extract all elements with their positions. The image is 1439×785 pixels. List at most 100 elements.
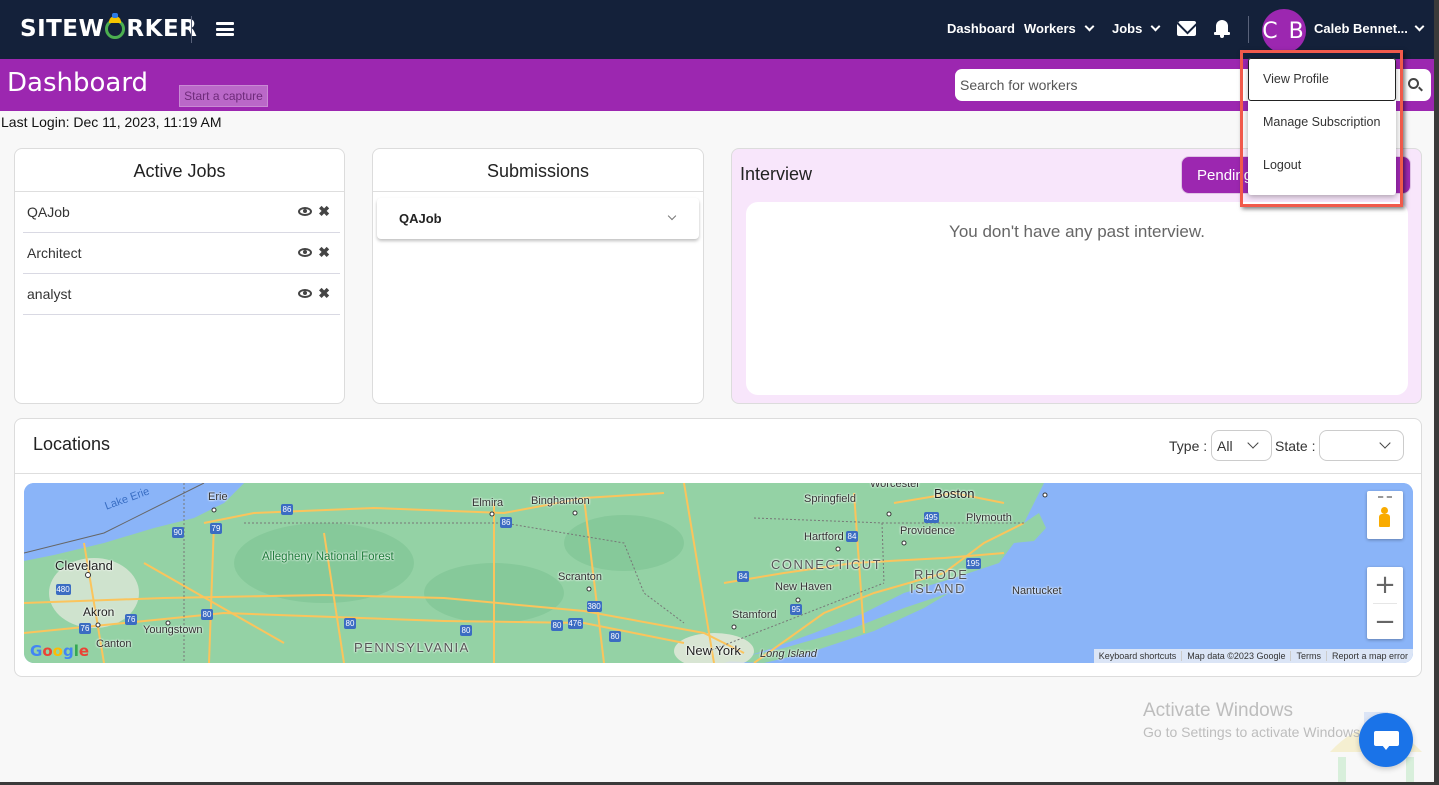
active-jobs-title: Active Jobs xyxy=(15,149,344,192)
chevron-down-icon xyxy=(1150,21,1161,32)
svg-text:476: 476 xyxy=(568,619,582,628)
user-avatar[interactable]: C B xyxy=(1262,9,1306,53)
view-eye-icon[interactable] xyxy=(298,247,313,257)
submission-job-name: QAJob xyxy=(399,211,442,226)
map-label-canton: Canton xyxy=(96,638,132,650)
locations-title: Locations xyxy=(33,434,111,454)
window-edge-right xyxy=(1434,0,1439,785)
map-zoom-controls: + − xyxy=(1367,567,1403,639)
nav-divider xyxy=(1248,16,1249,43)
menu-item-manage-subscription[interactable]: Manage Subscription xyxy=(1248,101,1396,144)
submissions-card: Submissions QAJob xyxy=(372,148,704,404)
zoom-out-button[interactable]: − xyxy=(1367,604,1403,639)
type-select[interactable]: All xyxy=(1211,430,1272,461)
svg-text:495: 495 xyxy=(924,513,938,522)
map-tiles: 90 79 86 86 480 80 80 80 76 76 380 476 8… xyxy=(24,483,1413,663)
chevron-down-icon xyxy=(1084,21,1095,32)
map-label-plymouth: Plymouth xyxy=(966,512,1012,524)
submission-accordion-item[interactable]: QAJob xyxy=(377,198,699,239)
map-label-new-haven: New Haven xyxy=(775,581,832,593)
svg-text:80: 80 xyxy=(346,619,355,628)
map-label-springfield: Springfield xyxy=(804,493,856,505)
page-header: Dashboard Start a capture xyxy=(0,59,1439,111)
search-icon[interactable] xyxy=(1408,78,1419,89)
map-data-text: Map data ©2023 Google xyxy=(1182,651,1292,661)
logo-text-right: RKER xyxy=(126,16,198,42)
zoom-in-button[interactable]: + xyxy=(1367,567,1403,602)
chevron-down-icon xyxy=(1379,437,1391,449)
submissions-title: Submissions xyxy=(373,149,703,192)
nav-workers-dropdown[interactable]: Workers xyxy=(1024,21,1095,36)
interview-title: Interview xyxy=(740,164,813,184)
page-title: Dashboard xyxy=(7,68,149,98)
chat-support-button[interactable] xyxy=(1359,713,1413,767)
map-attribution: Keyboard shortcuts Map data ©2023 Google… xyxy=(1093,649,1413,663)
active-jobs-card: Active Jobs QAJob ✖ Architect ✖ analyst … xyxy=(14,148,345,404)
svg-text:76: 76 xyxy=(81,624,90,633)
type-filter-label: Type : xyxy=(1169,438,1208,454)
map-label-stamford: Stamford xyxy=(732,609,777,621)
keyboard-shortcuts-link[interactable]: Keyboard shortcuts xyxy=(1094,651,1183,661)
report-map-error-link[interactable]: Report a map error xyxy=(1327,651,1413,661)
hardhat-logo-icon xyxy=(105,13,126,39)
job-row: QAJob ✖ xyxy=(23,192,340,233)
google-logo[interactable]: Google xyxy=(30,642,89,660)
svg-text:79: 79 xyxy=(212,524,221,533)
svg-text:90: 90 xyxy=(174,528,183,537)
job-row: Architect ✖ xyxy=(23,233,340,274)
svg-text:380: 380 xyxy=(587,602,601,611)
job-name: QAJob xyxy=(27,204,70,220)
map-label-scranton: Scranton xyxy=(558,571,603,583)
menu-item-logout[interactable]: Logout xyxy=(1248,144,1396,187)
sitewoker-logo[interactable]: SITEW RKER xyxy=(20,13,198,42)
locations-divider xyxy=(15,473,1421,474)
hamburger-menu-icon[interactable] xyxy=(216,22,234,36)
map-label-binghamton: Binghamton xyxy=(531,495,590,507)
map-label-worcester: Worcester xyxy=(870,483,920,490)
interview-empty-message: You don't have any past interview. xyxy=(949,222,1205,241)
terms-link[interactable]: Terms xyxy=(1291,651,1327,661)
state-filter-label: State : xyxy=(1275,438,1316,454)
map-label-boston: Boston xyxy=(934,486,975,501)
chevron-down-icon xyxy=(1247,437,1259,449)
start-capture-tooltip[interactable]: Start a capture xyxy=(179,85,268,107)
chat-bubble-icon xyxy=(1374,731,1399,750)
svg-text:480: 480 xyxy=(56,585,70,594)
svg-text:80: 80 xyxy=(553,621,562,630)
map-label-pennsylvania: PENNSYLVANIA xyxy=(354,640,470,655)
job-name: analyst xyxy=(27,286,72,302)
map-label-elmira: Elmira xyxy=(472,497,504,509)
job-name: Architect xyxy=(27,245,82,261)
delete-x-icon[interactable]: ✖ xyxy=(318,286,330,300)
delete-x-icon[interactable]: ✖ xyxy=(318,204,330,218)
map-label-erie: Erie xyxy=(208,491,228,503)
map-label-rhode-island-1: RHODE xyxy=(914,567,969,582)
menu-item-view-profile[interactable]: View Profile xyxy=(1248,58,1396,101)
state-select[interactable] xyxy=(1319,430,1404,461)
logo-text-left: SITEW xyxy=(20,16,105,42)
locations-map[interactable]: 90 79 86 86 480 80 80 80 76 76 380 476 8… xyxy=(24,483,1413,663)
svg-text:84: 84 xyxy=(739,572,748,581)
street-view-pegman[interactable] xyxy=(1367,491,1403,539)
svg-text:80: 80 xyxy=(611,632,620,641)
svg-text:76: 76 xyxy=(127,615,136,624)
svg-text:84: 84 xyxy=(848,532,857,541)
locations-card: Locations Type : All State : 90 79 86 86… xyxy=(14,418,1422,677)
svg-text:86: 86 xyxy=(502,518,511,527)
svg-text:80: 80 xyxy=(203,610,212,619)
delete-x-icon[interactable]: ✖ xyxy=(318,245,330,259)
mail-icon[interactable] xyxy=(1177,21,1196,36)
map-label-new-york: New York xyxy=(686,643,741,658)
watermark-title: Activate Windows xyxy=(1143,700,1293,721)
user-menu-toggle[interactable]: Caleb Bennet... xyxy=(1314,21,1425,36)
view-eye-icon[interactable] xyxy=(298,288,313,298)
map-label-allegheny: Allegheny National Forest xyxy=(262,551,394,563)
job-row: analyst ✖ xyxy=(23,274,340,315)
nav-dashboard[interactable]: Dashboard xyxy=(947,21,1015,36)
chevron-down-icon xyxy=(1414,21,1425,32)
interview-content: You don't have any past interview. xyxy=(746,202,1408,395)
bell-icon[interactable] xyxy=(1214,20,1230,38)
map-label-connecticut: CONNECTICUT xyxy=(771,557,883,572)
view-eye-icon[interactable] xyxy=(298,206,313,216)
nav-jobs-dropdown[interactable]: Jobs xyxy=(1112,21,1161,36)
